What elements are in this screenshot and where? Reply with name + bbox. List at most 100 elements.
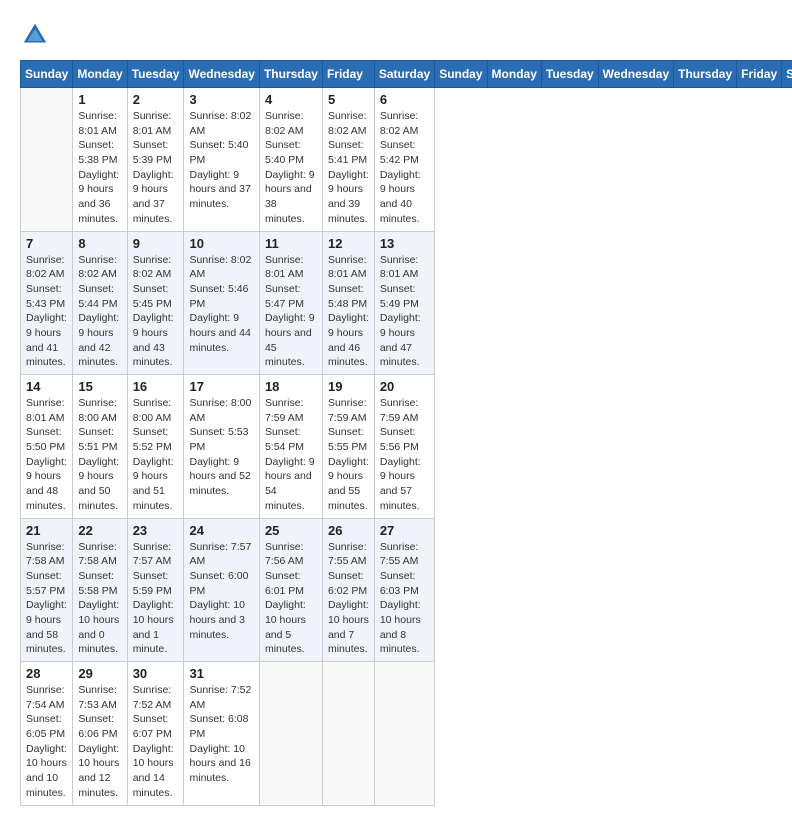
day-info: Sunrise: 8:02 AMSunset: 5:42 PMDaylight:… — [380, 109, 429, 227]
calendar-cell: 1Sunrise: 8:01 AMSunset: 5:38 PMDaylight… — [73, 88, 127, 232]
calendar-cell: 16 Sunrise: 8:00 AMSunset: 5:52 PMDayligh… — [127, 375, 184, 519]
day-number: 31 — [189, 666, 253, 681]
calendar-cell: 13 Sunrise: 8:01 AMSunset: 5:49 PMDayligh… — [374, 231, 434, 375]
day-info: Sunrise: 8:01 AMSunset: 5:38 PMDaylight:… — [78, 109, 121, 227]
calendar-week-row: 21 Sunrise: 7:58 AMSunset: 5:57 PMDayligh… — [21, 518, 792, 662]
calendar-cell: 2 Sunrise: 8:01 AMSunset: 5:39 PMDaylight… — [127, 88, 184, 232]
day-info: Sunrise: 7:54 AMSunset: 6:05 PMDaylight:… — [26, 683, 67, 801]
calendar-day-header: Tuesday — [541, 61, 598, 88]
day-info: Sunrise: 8:02 AMSunset: 5:45 PMDaylight:… — [133, 253, 179, 371]
calendar-day-header: Saturday — [782, 61, 792, 88]
calendar-day-header: Thursday — [259, 61, 322, 88]
calendar-day-header: Monday — [487, 61, 541, 88]
day-info: Sunrise: 7:56 AMSunset: 6:01 PMDaylight:… — [265, 540, 317, 658]
day-info: Sunrise: 8:02 AMSunset: 5:41 PMDaylight:… — [328, 109, 369, 227]
day-number: 18 — [265, 379, 317, 394]
day-info: Sunrise: 7:59 AMSunset: 5:56 PMDaylight:… — [380, 396, 429, 514]
calendar-cell: 22Sunrise: 7:58 AMSunset: 5:58 PMDayligh… — [73, 518, 127, 662]
calendar-day-header: Saturday — [374, 61, 434, 88]
day-number: 21 — [26, 523, 67, 538]
day-number: 26 — [328, 523, 369, 538]
calendar-cell: 9 Sunrise: 8:02 AMSunset: 5:45 PMDaylight… — [127, 231, 184, 375]
day-number: 10 — [189, 236, 253, 251]
calendar-week-row: 14Sunrise: 8:01 AMSunset: 5:50 PMDayligh… — [21, 375, 792, 519]
calendar-table: SundayMondayTuesdayWednesdayThursdayFrid… — [20, 60, 792, 806]
calendar-day-header: Friday — [737, 61, 782, 88]
day-info: Sunrise: 8:02 AMSunset: 5:46 PMDaylight:… — [189, 253, 253, 356]
day-info: Sunrise: 8:01 AMSunset: 5:47 PMDaylight:… — [265, 253, 317, 371]
calendar-cell: 3Sunrise: 8:02 AMSunset: 5:40 PMDaylight… — [184, 88, 259, 232]
calendar-header-row: SundayMondayTuesdayWednesdayThursdayFrid… — [21, 61, 792, 88]
day-number: 24 — [189, 523, 253, 538]
day-number: 30 — [133, 666, 179, 681]
calendar-cell: 28 Sunrise: 7:54 AMSunset: 6:05 PMDayligh… — [21, 662, 73, 806]
calendar-cell — [374, 662, 434, 806]
calendar-cell: 26 Sunrise: 7:55 AMSunset: 6:02 PMDayligh… — [322, 518, 374, 662]
day-number: 4 — [265, 92, 317, 107]
calendar-week-row: 7Sunrise: 8:02 AMSunset: 5:43 PMDaylight… — [21, 231, 792, 375]
calendar-cell: 20Sunrise: 7:59 AMSunset: 5:56 PMDayligh… — [374, 375, 434, 519]
calendar-cell: 15 Sunrise: 8:00 AMSunset: 5:51 PMDayligh… — [73, 375, 127, 519]
calendar-cell: 18 Sunrise: 7:59 AMSunset: 5:54 PMDayligh… — [259, 375, 322, 519]
calendar-cell: 30 Sunrise: 7:52 AMSunset: 6:07 PMDayligh… — [127, 662, 184, 806]
day-info: Sunrise: 7:55 AMSunset: 6:02 PMDaylight:… — [328, 540, 369, 658]
calendar-day-header: Sunday — [435, 61, 487, 88]
calendar-cell: 19 Sunrise: 7:59 AMSunset: 5:55 PMDayligh… — [322, 375, 374, 519]
day-number: 13 — [380, 236, 429, 251]
day-number: 2 — [133, 92, 179, 107]
day-number: 9 — [133, 236, 179, 251]
day-info: Sunrise: 7:57 AMSunset: 5:59 PMDaylight:… — [133, 540, 179, 658]
day-info: Sunrise: 7:53 AMSunset: 6:06 PMDaylight:… — [78, 683, 121, 801]
day-info: Sunrise: 8:01 AMSunset: 5:49 PMDaylight:… — [380, 253, 429, 371]
page-header — [20, 20, 772, 50]
day-number: 11 — [265, 236, 317, 251]
calendar-day-header: Sunday — [21, 61, 73, 88]
logo-icon — [20, 20, 50, 50]
day-info: Sunrise: 8:00 AMSunset: 5:52 PMDaylight:… — [133, 396, 179, 514]
calendar-day-header: Tuesday — [127, 61, 184, 88]
day-info: Sunrise: 7:57 AMSunset: 6:00 PMDaylight:… — [189, 540, 253, 643]
calendar-cell: 25 Sunrise: 7:56 AMSunset: 6:01 PMDayligh… — [259, 518, 322, 662]
calendar-cell: 8Sunrise: 8:02 AMSunset: 5:44 PMDaylight… — [73, 231, 127, 375]
calendar-cell: 5 Sunrise: 8:02 AMSunset: 5:41 PMDaylight… — [322, 88, 374, 232]
calendar-cell: 27Sunrise: 7:55 AMSunset: 6:03 PMDayligh… — [374, 518, 434, 662]
day-info: Sunrise: 8:01 AMSunset: 5:48 PMDaylight:… — [328, 253, 369, 371]
day-number: 25 — [265, 523, 317, 538]
day-info: Sunrise: 7:55 AMSunset: 6:03 PMDaylight:… — [380, 540, 429, 658]
day-number: 15 — [78, 379, 121, 394]
day-info: Sunrise: 7:59 AMSunset: 5:54 PMDaylight:… — [265, 396, 317, 514]
day-number: 29 — [78, 666, 121, 681]
calendar-cell: 23 Sunrise: 7:57 AMSunset: 5:59 PMDayligh… — [127, 518, 184, 662]
logo — [20, 20, 54, 50]
day-info: Sunrise: 8:02 AMSunset: 5:40 PMDaylight:… — [265, 109, 317, 227]
day-info: Sunrise: 7:58 AMSunset: 5:58 PMDaylight:… — [78, 540, 121, 658]
day-number: 7 — [26, 236, 67, 251]
day-number: 6 — [380, 92, 429, 107]
day-number: 12 — [328, 236, 369, 251]
day-number: 14 — [26, 379, 67, 394]
day-number: 19 — [328, 379, 369, 394]
calendar-cell: 7Sunrise: 8:02 AMSunset: 5:43 PMDaylight… — [21, 231, 73, 375]
calendar-cell: 24 Sunrise: 7:57 AMSunset: 6:00 PMDayligh… — [184, 518, 259, 662]
day-info: Sunrise: 7:59 AMSunset: 5:55 PMDaylight:… — [328, 396, 369, 514]
day-info: Sunrise: 8:00 AMSunset: 5:53 PMDaylight:… — [189, 396, 253, 499]
day-info: Sunrise: 8:01 AMSunset: 5:39 PMDaylight:… — [133, 109, 179, 227]
day-info: Sunrise: 7:52 AMSunset: 6:08 PMDaylight:… — [189, 683, 253, 786]
day-number: 3 — [189, 92, 253, 107]
calendar-day-header: Friday — [322, 61, 374, 88]
day-number: 5 — [328, 92, 369, 107]
day-info: Sunrise: 7:58 AMSunset: 5:57 PMDaylight:… — [26, 540, 67, 658]
calendar-cell — [259, 662, 322, 806]
day-info: Sunrise: 7:52 AMSunset: 6:07 PMDaylight:… — [133, 683, 179, 801]
calendar-cell: 31 Sunrise: 7:52 AMSunset: 6:08 PMDayligh… — [184, 662, 259, 806]
day-info: Sunrise: 8:00 AMSunset: 5:51 PMDaylight:… — [78, 396, 121, 514]
calendar-cell: 6 Sunrise: 8:02 AMSunset: 5:42 PMDaylight… — [374, 88, 434, 232]
calendar-week-row: 1Sunrise: 8:01 AMSunset: 5:38 PMDaylight… — [21, 88, 792, 232]
day-number: 16 — [133, 379, 179, 394]
day-number: 28 — [26, 666, 67, 681]
day-number: 17 — [189, 379, 253, 394]
calendar-cell — [21, 88, 73, 232]
day-number: 23 — [133, 523, 179, 538]
calendar-cell: 10 Sunrise: 8:02 AMSunset: 5:46 PMDayligh… — [184, 231, 259, 375]
calendar-cell: 12 Sunrise: 8:01 AMSunset: 5:48 PMDayligh… — [322, 231, 374, 375]
